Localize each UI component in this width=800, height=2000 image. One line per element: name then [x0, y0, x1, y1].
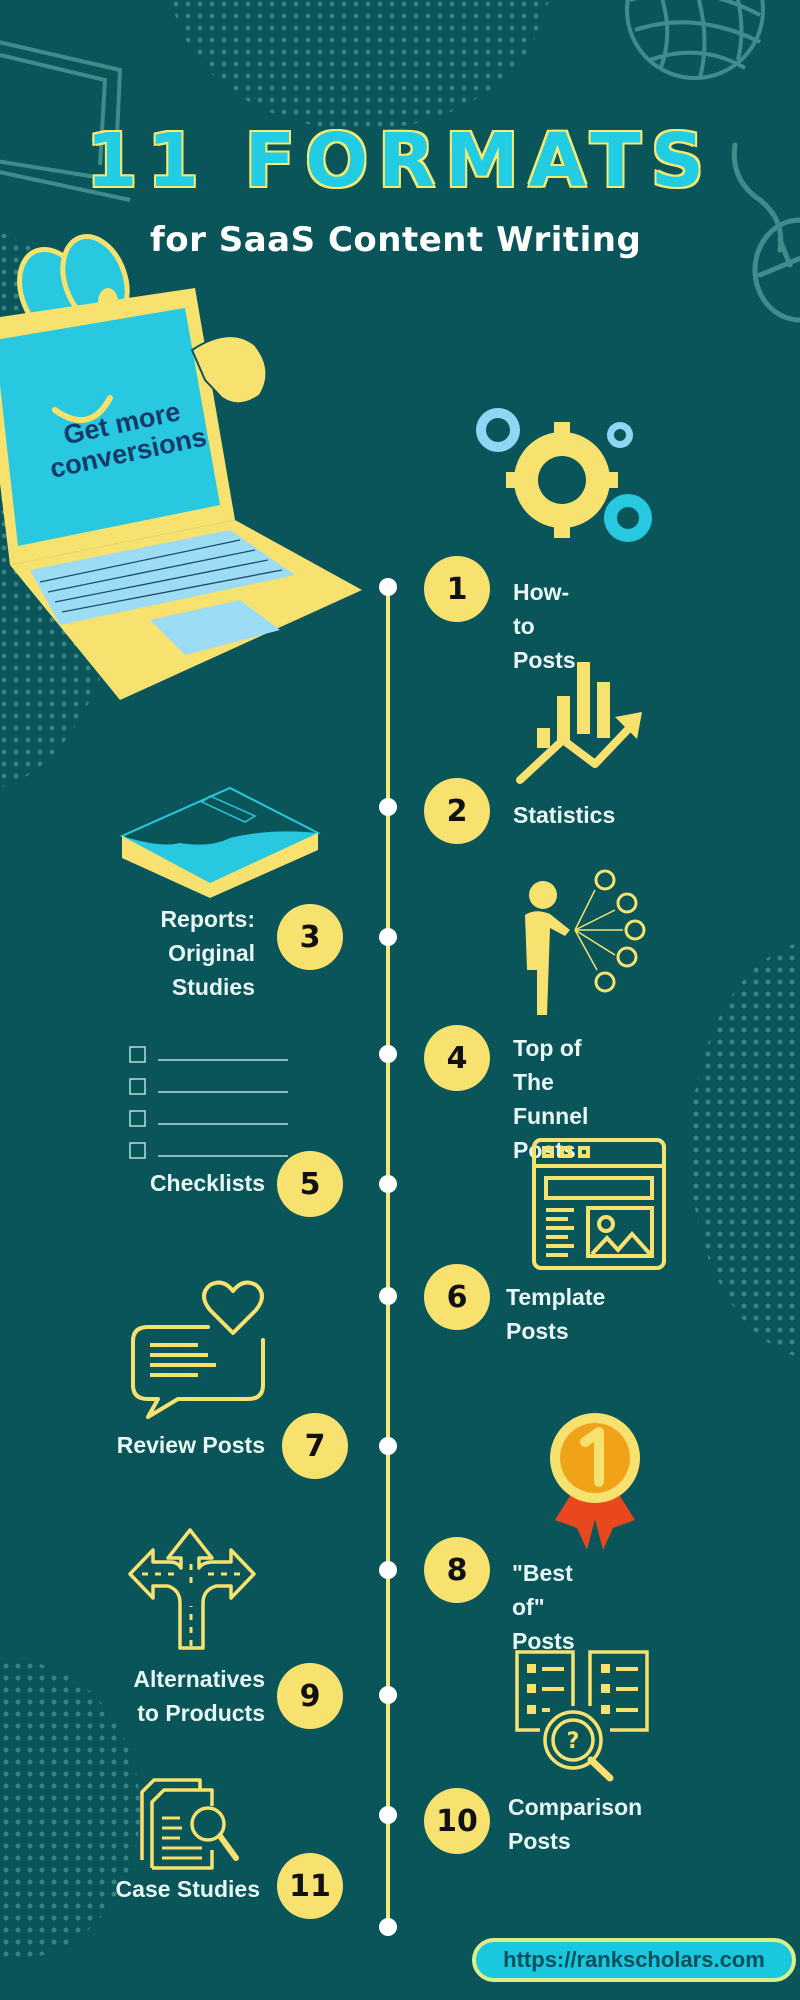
compare-documents-search-icon: ?: [515, 1650, 649, 1782]
timeline-dot: [379, 1437, 397, 1455]
number-badge: 1: [424, 556, 490, 622]
halftone-dots-right: [690, 940, 800, 1360]
number-badge: 8: [424, 1537, 490, 1603]
format-label-line: Alternatives: [133, 1666, 265, 1692]
gears-icon: [476, 408, 652, 542]
timeline-dot: [379, 578, 397, 596]
person-broadcast-icon: [525, 869, 646, 1015]
format-label-line: "Best of" Posts: [512, 1560, 575, 1654]
timeline-dot: [379, 798, 397, 816]
format-label: Review Posts: [90, 1428, 265, 1462]
format-label-line: Review Posts: [116, 1432, 265, 1458]
format-label-line: How-to Posts: [513, 579, 576, 673]
format-label: Comparison Posts: [508, 1790, 642, 1858]
format-label: "Best of" Posts: [512, 1556, 575, 1658]
documents-magnifier-icon: [140, 1778, 239, 1870]
format-label: Template Posts: [506, 1280, 605, 1348]
timeline-dot: [379, 1287, 397, 1305]
chat-heart-icon: [131, 1280, 265, 1419]
timeline-dot: [379, 1045, 397, 1063]
timeline-line: [386, 588, 390, 1928]
bar-chart-trend-icon: [516, 662, 642, 784]
format-label-line: Reports:: [160, 906, 255, 932]
road-fork-arrows-icon: [128, 1528, 256, 1650]
format-label-line: Template Posts: [506, 1284, 606, 1344]
format-label-line: to Products: [137, 1700, 265, 1726]
number-badge: 7: [282, 1413, 348, 1479]
number-badge: 9: [277, 1663, 343, 1729]
report-book-icon: [119, 786, 321, 898]
format-label: Checklists: [100, 1166, 265, 1200]
format-label: Reports: Original Studies: [100, 902, 255, 1004]
number-badge: 6: [424, 1264, 490, 1330]
format-label-line: Studies: [171, 974, 255, 1000]
medal-icon: [550, 1413, 640, 1550]
timeline-dot: [379, 1918, 397, 1936]
format-label-line: Comparison: [508, 1794, 643, 1820]
number-badge: 11: [277, 1853, 343, 1919]
format-label: Statistics: [513, 798, 615, 832]
halftone-dots-top: [170, 0, 550, 130]
format-label-line: Top of The: [513, 1035, 582, 1095]
format-label: Alternatives to Products: [100, 1662, 265, 1730]
timeline-dot: [379, 1806, 397, 1824]
number-badge: 10: [424, 1788, 490, 1854]
checklist-icon: [129, 1046, 288, 1159]
number-badge: 5: [277, 1151, 343, 1217]
number-badge: 2: [424, 778, 490, 844]
timeline-dot: [379, 928, 397, 946]
page-title: 11 FORMATS: [84, 117, 715, 206]
format-label-line: Posts: [508, 1828, 571, 1854]
format-label: Case Studies: [80, 1872, 260, 1906]
globe-decor-icon: [625, 0, 765, 80]
webpage-template-icon: [532, 1138, 666, 1270]
format-label-line: Case Studies: [115, 1876, 260, 1902]
timeline-dot: [379, 1175, 397, 1193]
format-label-line: Original: [168, 940, 255, 966]
timeline-dot: [379, 1686, 397, 1704]
number-badge: 4: [424, 1025, 490, 1091]
svg-text:?: ?: [567, 1729, 580, 1754]
format-label-line: Statistics: [513, 802, 616, 828]
timeline-dot: [379, 1561, 397, 1579]
laptop-mascot-illustration: Get more conversions: [0, 230, 380, 710]
website-link[interactable]: https://rankscholars.com: [472, 1938, 796, 1982]
format-label-line: Checklists: [149, 1170, 265, 1196]
number-badge: 3: [277, 904, 343, 970]
